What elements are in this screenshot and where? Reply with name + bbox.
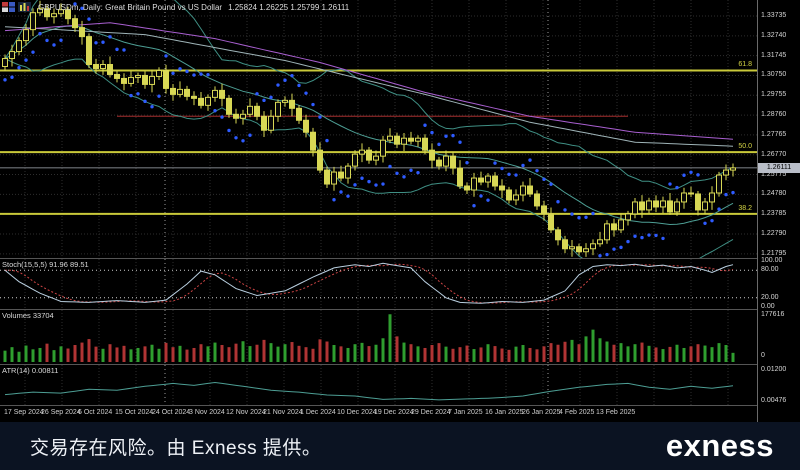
axis-label: 1.26770	[761, 151, 786, 158]
axis-label: 1.27765	[761, 131, 786, 138]
date-label: 26 Sep 2024	[41, 409, 81, 416]
date-axis[interactable]: 17 Sep 202426 Sep 20246 Oct 202415 Oct 2…	[0, 406, 757, 422]
axis-label: 1.29755	[761, 91, 786, 98]
date-label: 10 Dec 2024	[337, 409, 377, 416]
axis-label: 1.30750	[761, 71, 786, 78]
axis-label: 1.33735	[761, 12, 786, 19]
axis-label: 80.00	[761, 266, 779, 273]
axis-label: 1.21795	[761, 250, 786, 257]
axis-label: 0.01200	[761, 366, 786, 373]
atr-panel-canvas[interactable]	[0, 365, 757, 405]
volumes-label: Volumes 33704	[2, 311, 54, 320]
date-label: 12 Nov 2024	[226, 409, 266, 416]
exness-logo: exness	[666, 428, 774, 464]
date-label: 3 Nov 2024	[189, 409, 225, 416]
chart-window-icon[interactable]	[18, 2, 31, 12]
fibonacci-level-label: 50.0	[702, 143, 752, 150]
stochastic-panel-canvas[interactable]	[0, 259, 757, 309]
fibonacci-level-label: 38.2	[702, 205, 752, 212]
date-label: 13 Feb 2025	[596, 409, 635, 416]
date-label: 29 Dec 2024	[411, 409, 451, 416]
trading-terminal-window: GBPUSDm, Daily: Great Britain Pound vs U…	[0, 0, 800, 470]
axis-label: 1.24780	[761, 190, 786, 197]
risk-disclaimer-text: 交易存在风险。由 Exness 提供。	[30, 433, 321, 460]
axis-label: 1.28760	[761, 111, 786, 118]
date-label: 24 Oct 2024	[152, 409, 190, 416]
atr-label: ATR(14) 0.00811	[2, 366, 58, 375]
volumes-panel-canvas[interactable]	[0, 310, 757, 364]
axis-label: 1.23785	[761, 210, 786, 217]
chart-header: GBPUSDm, Daily: Great Britain Pound vs U…	[2, 1, 349, 13]
ohlc-quote: 1.25824 1.26225 1.25799 1.26111	[228, 3, 349, 12]
axis-label: 0.00	[761, 303, 775, 310]
axis-label: 0	[761, 352, 765, 359]
axis-label: 1.32740	[761, 32, 786, 39]
stochastic-label: Stoch(15,5,5) 91.96 89.51	[2, 260, 89, 269]
axis-label: 177616	[761, 311, 784, 318]
date-label: 21 Nov 2024	[263, 409, 303, 416]
axis-label: 1.31745	[761, 52, 786, 59]
date-label: 4 Feb 2025	[559, 409, 594, 416]
date-label: 26 Jan 2025	[522, 409, 561, 416]
date-label: 7 Jan 2025	[448, 409, 483, 416]
axis-label: 20.00	[761, 294, 779, 301]
main-chart-canvas[interactable]	[0, 0, 757, 258]
market-watch-icon[interactable]	[2, 2, 15, 12]
axis-label: 100.00	[761, 257, 782, 264]
date-label: 1 Dec 2024	[300, 409, 336, 416]
axis-label: 1.22790	[761, 230, 786, 237]
axis-label: 0.00476	[761, 397, 786, 404]
date-label: 15 Oct 2024	[115, 409, 153, 416]
date-label: 16 Jan 2025	[485, 409, 524, 416]
fibonacci-level-label: 61.8	[702, 61, 752, 68]
current-price-box: 1.26111	[758, 163, 800, 173]
footer-bar: 交易存在风险。由 Exness 提供。 exness	[0, 422, 800, 470]
symbol-title: GBPUSDm, Daily: Great Britain Pound vs U…	[38, 3, 222, 12]
date-label: 17 Sep 2024	[4, 409, 44, 416]
date-label: 19 Dec 2024	[374, 409, 414, 416]
date-label: 6 Oct 2024	[78, 409, 112, 416]
price-axis[interactable]: 1.33735 1.32740 1.31745 1.30750 1.29755 1.287…	[757, 0, 800, 422]
